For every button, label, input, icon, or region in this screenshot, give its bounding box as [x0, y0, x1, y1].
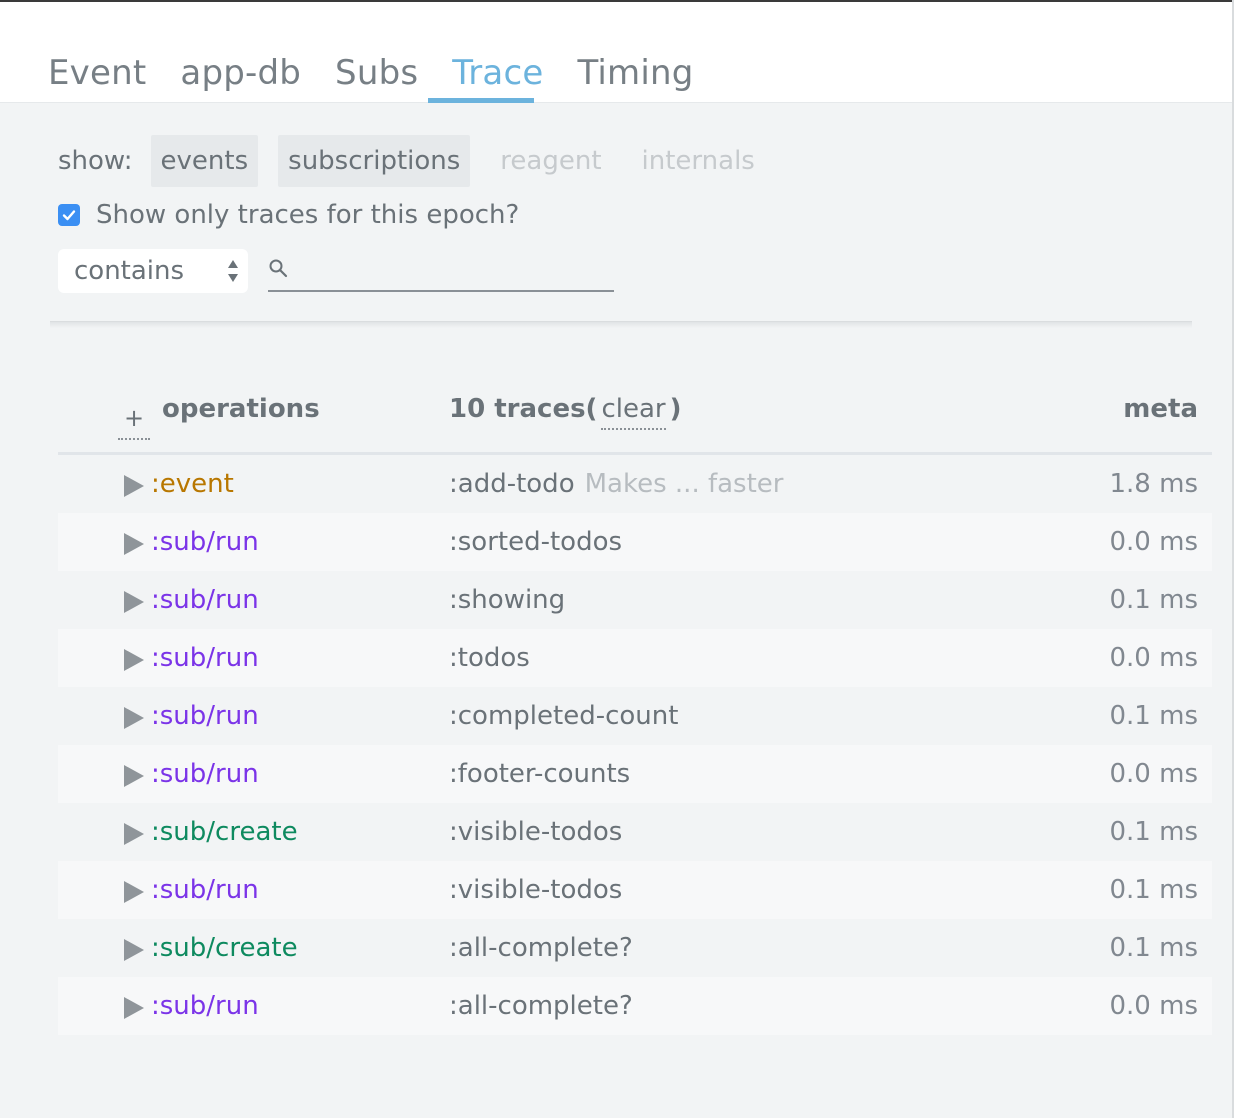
epoch-checkbox[interactable] [58, 204, 80, 226]
trace-duration: 0.1 ms [1109, 933, 1199, 963]
select-arrows-icon [228, 260, 238, 282]
table-row[interactable]: :sub/create :visible-todos 0.1 ms [58, 803, 1212, 861]
expand-triangle-icon[interactable] [124, 707, 144, 729]
epoch-checkbox-label: Show only traces for this epoch? [96, 200, 520, 230]
trace-duration: 0.0 ms [1109, 527, 1199, 557]
check-icon [62, 210, 76, 221]
operation-type: :sub/run [151, 875, 259, 905]
trace-duration: 0.1 ms [1109, 875, 1199, 905]
trace-name-cell: :showing [449, 571, 565, 629]
trace-name: :visible-todos [449, 817, 623, 847]
trace-duration: 0.0 ms [1109, 991, 1199, 1021]
expand-triangle-icon[interactable] [124, 649, 144, 671]
trace-table-header: + operations 10 traces( clear ) meta [58, 378, 1212, 455]
meta-header: meta [1123, 394, 1198, 424]
trace-name-cell: :visible-todos [449, 861, 622, 919]
show-label: show: [58, 146, 133, 176]
clear-traces-button[interactable]: clear [601, 394, 666, 430]
operation-type: :sub/run [151, 701, 259, 731]
expand-triangle-icon[interactable] [124, 881, 144, 903]
trace-name: :todos [449, 643, 530, 673]
trace-name: :sorted-todos [449, 527, 623, 557]
operation-type: :event [151, 469, 234, 499]
trace-duration: 1.8 ms [1109, 469, 1199, 499]
tab-bar: Event app-db Subs Trace Timing [48, 52, 728, 100]
operation-type: :sub/run [151, 585, 259, 615]
trace-name: :completed-count [449, 701, 679, 731]
search-field [268, 252, 614, 292]
match-mode-select[interactable]: contains [58, 249, 248, 293]
operation-type: :sub/create [151, 817, 298, 847]
table-row[interactable]: :sub/run :footer-counts 0.0 ms [58, 745, 1212, 803]
expand-triangle-icon[interactable] [124, 997, 144, 1019]
expand-triangle-icon[interactable] [124, 475, 144, 497]
trace-name-cell: :visible-todos [449, 803, 622, 861]
trace-duration: 0.1 ms [1109, 701, 1199, 731]
trace-name-cell: :all-complete? [449, 977, 633, 1035]
filter-events-button[interactable]: events [150, 135, 259, 187]
trace-duration: 0.0 ms [1109, 643, 1199, 673]
expand-triangle-icon[interactable] [124, 823, 144, 845]
tab-event[interactable]: Event [48, 52, 146, 100]
trace-name-cell: :footer-counts [449, 745, 630, 803]
expand-triangle-icon[interactable] [124, 591, 144, 613]
table-row[interactable]: :sub/run :showing 0.1 ms [58, 571, 1212, 629]
tab-timing[interactable]: Timing [577, 52, 693, 100]
tab-app-db[interactable]: app-db [180, 52, 301, 100]
table-row[interactable]: :sub/run :sorted-todos 0.0 ms [58, 513, 1212, 571]
match-mode-value: contains [74, 256, 185, 286]
expand-triangle-icon[interactable] [124, 533, 144, 555]
operation-type: :sub/run [151, 991, 259, 1021]
expand-all-button[interactable]: + [118, 398, 150, 440]
trace-duration: 0.0 ms [1109, 759, 1199, 789]
trace-name: :footer-counts [449, 759, 631, 789]
trace-name: :visible-todos [449, 875, 623, 905]
trace-name-cell: :sorted-todos [449, 513, 622, 571]
table-row[interactable]: :sub/create :all-complete? 0.1 ms [58, 919, 1212, 977]
table-row[interactable]: :sub/run :visible-todos 0.1 ms [58, 861, 1212, 919]
table-row[interactable]: :event :add-todo Makes ... faster 1.8 ms [58, 455, 1212, 513]
trace-name-cell: :todos [449, 629, 530, 687]
traces-count-label: 10 traces( [449, 394, 598, 424]
filter-row: show: events subscriptions reagent inter… [58, 135, 785, 187]
traces-header: 10 traces( clear ) [449, 394, 681, 430]
trace-rows: :event :add-todo Makes ... faster 1.8 ms :su… [58, 455, 1212, 1035]
search-row: contains [58, 248, 614, 294]
operation-type: :sub/run [151, 643, 259, 673]
trace-name-cell: :all-complete? [449, 919, 633, 977]
operation-type: :sub/run [151, 527, 259, 557]
trace-name-cell: :add-todo Makes ... faster [449, 455, 783, 513]
trace-panel: show: events subscriptions reagent inter… [0, 103, 1232, 1118]
tab-subs[interactable]: Subs [335, 52, 418, 100]
expand-triangle-icon[interactable] [124, 939, 144, 961]
filter-internals-button[interactable]: internals [631, 135, 765, 187]
trace-name: :showing [449, 585, 566, 615]
table-row[interactable]: :sub/run :todos 0.0 ms [58, 629, 1212, 687]
operations-header: operations [162, 394, 320, 424]
epoch-filter-row: Show only traces for this epoch? [58, 197, 519, 233]
traces-close-paren: ) [669, 394, 682, 424]
filter-subscriptions-button[interactable]: subscriptions [278, 135, 471, 187]
tab-header: Event app-db Subs Trace Timing [0, 2, 1232, 104]
trace-duration: 0.1 ms [1109, 585, 1199, 615]
search-input[interactable] [298, 252, 612, 290]
table-row[interactable]: :sub/run :all-complete? 0.0 ms [58, 977, 1212, 1035]
tab-trace[interactable]: Trace [452, 52, 543, 100]
operation-type: :sub/run [151, 759, 259, 789]
filter-divider [50, 321, 1192, 328]
trace-table: + operations 10 traces( clear ) meta :ev… [58, 378, 1212, 1035]
trace-name: :all-complete? [449, 933, 633, 963]
filter-reagent-button[interactable]: reagent [490, 135, 612, 187]
trace-name: :add-todo [449, 469, 575, 499]
trace-duration: 0.1 ms [1109, 817, 1199, 847]
trace-name-cell: :completed-count [449, 687, 678, 745]
trace-name: :all-complete? [449, 991, 633, 1021]
search-icon [269, 259, 288, 278]
expand-triangle-icon[interactable] [124, 765, 144, 787]
operation-type: :sub/create [151, 933, 298, 963]
table-row[interactable]: :sub/run :completed-count 0.1 ms [58, 687, 1212, 745]
trace-detail: Makes ... faster [584, 469, 784, 499]
